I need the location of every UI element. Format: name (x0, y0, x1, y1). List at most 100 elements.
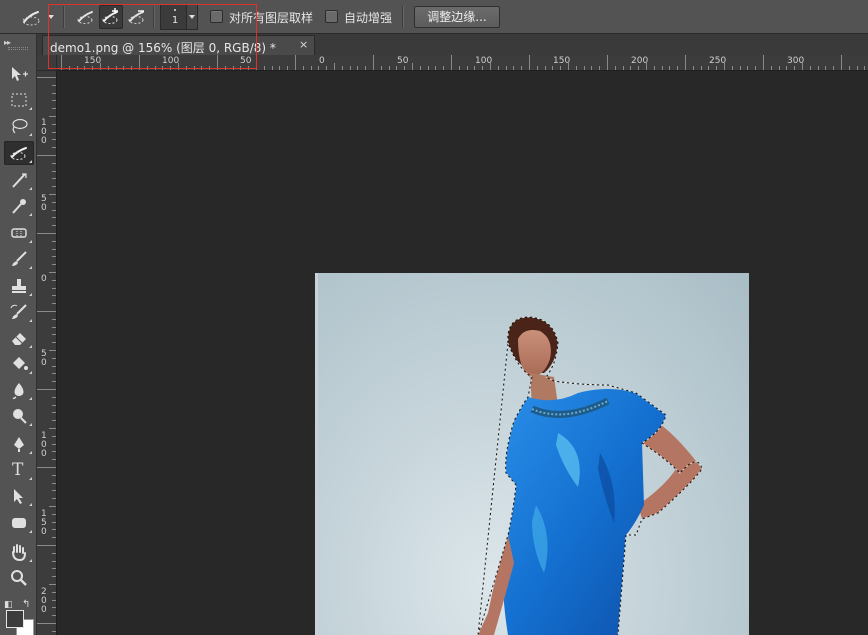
ruler-tick (334, 63, 335, 70)
brush-tool[interactable] (4, 247, 34, 271)
blur-tool[interactable] (4, 378, 34, 402)
history-brush-tool[interactable] (4, 300, 34, 324)
brush-size-picker[interactable]: 1 (160, 4, 198, 30)
ruler-tick (92, 66, 93, 70)
ruler-tick (52, 553, 56, 554)
lasso-tool[interactable] (4, 114, 34, 138)
ruler-tick (37, 155, 56, 156)
ruler-tick (77, 66, 78, 70)
quick-selection-tool[interactable] (4, 141, 34, 165)
ruler-tick (52, 358, 56, 359)
move-tool[interactable] (4, 62, 34, 86)
pen-tool[interactable] (4, 432, 34, 456)
foreground-color-swatch[interactable] (6, 610, 24, 628)
paint-bucket-tool[interactable] (4, 352, 34, 376)
shape-tool[interactable] (4, 511, 34, 535)
ruler-tick (615, 66, 616, 70)
ruler-tick (404, 66, 405, 70)
ruler-tick (529, 55, 530, 70)
ruler-tick (69, 66, 70, 70)
submenu-indicator-icon (29, 160, 32, 163)
ruler-tick (37, 311, 56, 312)
marquee-tool[interactable] (4, 88, 34, 112)
brush-new-icon (77, 11, 93, 24)
document-tab[interactable]: demo1.png @ 156% (图层 0, RGB/8) * × (42, 35, 315, 55)
ruler-tick (52, 225, 56, 226)
ruler-tick (37, 623, 56, 624)
ruler-origin[interactable] (37, 55, 57, 71)
swap-colors-icon[interactable]: ↰ (22, 599, 30, 610)
ruler-tick (724, 63, 725, 70)
ruler-tick (217, 55, 218, 70)
new-selection-mode-button[interactable] (74, 5, 98, 29)
ruler-tick (61, 55, 62, 70)
refine-edge-button[interactable]: 调整边缘... (414, 6, 500, 28)
crop-icon (12, 173, 27, 188)
path-selection-tool[interactable] (4, 484, 34, 508)
eraser-tool[interactable] (4, 326, 34, 350)
ruler-tick (482, 66, 483, 70)
subtract-from-selection-mode-button[interactable] (125, 5, 149, 29)
clone-stamp-tool[interactable] (4, 274, 34, 298)
crop-tool[interactable] (4, 168, 34, 192)
dodge-icon (13, 409, 27, 424)
close-icon[interactable]: × (299, 38, 308, 51)
ruler-tick (52, 288, 56, 289)
ruler-tick (841, 55, 842, 70)
ruler-tick (779, 66, 780, 70)
submenu-indicator-icon (29, 559, 32, 562)
ruler-tick (537, 66, 538, 70)
ruler-tick (178, 63, 179, 70)
ruler-tick (864, 66, 865, 70)
submenu-indicator-icon (29, 423, 32, 426)
ruler-tick (52, 342, 56, 343)
ruler-tick (52, 397, 56, 398)
ruler-tick (545, 66, 546, 70)
horizontal-ruler[interactable]: 150 100 50 0 50 100 150 200 250 300 (57, 55, 868, 71)
panel-grip[interactable] (8, 47, 28, 50)
ruler-tick (833, 66, 834, 70)
submenu-indicator-icon (29, 530, 32, 533)
dodge-tool[interactable] (4, 404, 34, 428)
color-swatches: ◧ ↰ (4, 599, 36, 635)
ruler-tick (52, 108, 56, 109)
rounded-rectangle-icon (12, 518, 26, 528)
ruler-tick (52, 373, 56, 374)
tool-preset-picker[interactable] (18, 5, 56, 29)
ruler-tick (52, 568, 56, 569)
ruler-tick (825, 66, 826, 70)
collapse-panel-button[interactable]: ▸▸ (4, 38, 11, 47)
ruler-label: 200 (41, 587, 47, 615)
paint-bucket-icon (13, 357, 28, 370)
ruler-tick (342, 66, 343, 70)
ruler-tick (303, 66, 304, 70)
ruler-tick (37, 77, 56, 78)
ruler-tick (52, 124, 56, 125)
ruler-tick (763, 55, 764, 70)
ruler-tick (646, 63, 647, 70)
vertical-ruler[interactable]: 100 50 0 50 100 150 200 (37, 71, 57, 635)
eyedropper-tool[interactable] (4, 194, 34, 218)
stamp-icon (12, 279, 26, 293)
healing-brush-tool[interactable] (4, 221, 34, 245)
brush-size-dropdown-button[interactable] (186, 5, 197, 29)
brush-subtract-icon (128, 10, 144, 24)
ruler-tick (52, 459, 56, 460)
ruler-tick (272, 66, 273, 70)
move-icon (12, 67, 28, 81)
brush-add-icon (102, 8, 118, 24)
add-to-selection-mode-button[interactable] (99, 5, 123, 29)
ruler-tick (357, 66, 358, 70)
default-colors-icon[interactable]: ◧ (4, 600, 13, 610)
zoom-tool[interactable] (4, 566, 34, 590)
type-tool[interactable]: T (4, 458, 34, 482)
auto-enhance-checkbox[interactable] (325, 10, 338, 23)
sample-all-layers-checkbox[interactable] (210, 10, 223, 23)
ruler-tick (186, 66, 187, 70)
submenu-indicator-icon (29, 240, 32, 243)
ruler-tick (264, 66, 265, 70)
document-image[interactable] (315, 273, 749, 635)
ruler-tick (52, 327, 56, 328)
hand-tool[interactable] (4, 540, 34, 564)
auto-enhance-label: 自动增强 (344, 11, 393, 25)
